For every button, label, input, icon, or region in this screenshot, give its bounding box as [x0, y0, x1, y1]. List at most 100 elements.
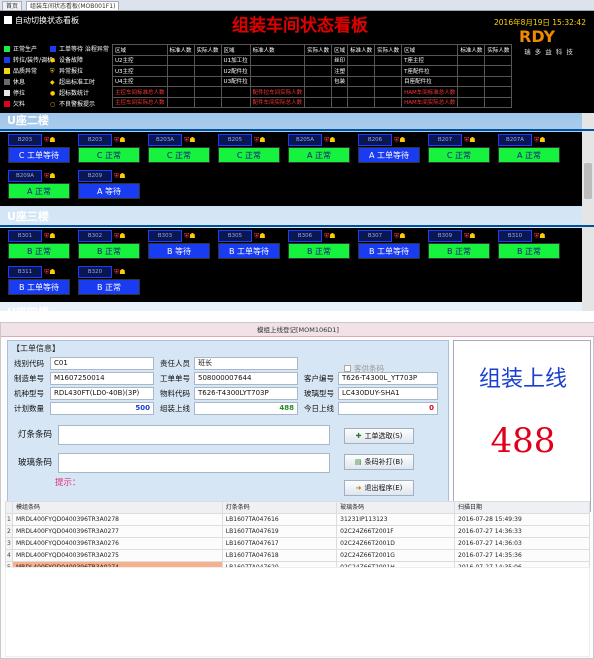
table-row[interactable]: 3 MRDL400FYQD0400396TR3A0276 LB1607TA04761…: [5, 537, 590, 550]
stats-cell: 主控车间标准总人数: [112, 86, 168, 98]
line-card[interactable]: B203 ⛨☗ C 正常: [78, 134, 140, 168]
stats-cell: 配件车间实际总人数: [249, 96, 306, 108]
stats-cell: [331, 86, 349, 98]
alert-icons: ⛨☗: [324, 136, 336, 144]
line-card[interactable]: B206 ⛨☗ A 工单等待: [358, 134, 420, 168]
board-scrollbar[interactable]: [582, 113, 594, 311]
stats-cell: T座配件拉: [401, 65, 459, 77]
line-card[interactable]: B306 ⛨☗ B 正常: [288, 230, 350, 264]
model-field[interactable]: RDL430FT(LD0-40B)(3P): [50, 387, 154, 400]
auto-switch-checkbox[interactable]: 自动切换状态看板: [4, 15, 79, 27]
line-card[interactable]: B205 ⛨☗ C 正常: [218, 134, 280, 168]
customer-no-field[interactable]: T626-T4300L_YT703P: [338, 372, 438, 385]
stats-cell: [484, 86, 513, 98]
board-window: 首页 组装车间状态看板(MOB001F1) 自动切换状态看板 组装车间状态看板 …: [0, 0, 594, 311]
table-cell: LB1607TA047618: [221, 549, 338, 562]
stats-row: U4主控 U3配件拉 包装 目座配件拉: [112, 75, 513, 87]
line-card[interactable]: B303 ⛨☗ B 等待: [148, 230, 210, 264]
today-label: 今日上线: [304, 404, 334, 413]
line-code: B306: [288, 230, 322, 242]
stats-cell: 标准人数: [249, 44, 306, 56]
online-title: 组装上线: [478, 367, 567, 392]
stats-cell: T座主控: [401, 54, 459, 66]
datetime: 2016年8月19日 15:32:42: [494, 18, 586, 27]
stats-cell: [484, 75, 513, 87]
light-bar-input[interactable]: [58, 425, 330, 445]
line-card[interactable]: B320 ⛨☗ B 正常: [78, 266, 140, 300]
stats-cell: [193, 54, 222, 66]
plan-qty-field[interactable]: 500: [50, 402, 154, 415]
line-card[interactable]: B310 ⛨☗ B 正常: [498, 230, 560, 264]
stats-cell: 丝印: [331, 54, 349, 66]
exit-button[interactable]: ➜ 退出程序(E): [344, 480, 414, 496]
legend-label: 工单等待 治程异常: [59, 46, 109, 53]
table-cell: 2016-07-27 14:36:03: [454, 537, 590, 550]
table-row[interactable]: 4 MRDL400FYQD0400396TR3A0275 LB1607TA04761…: [5, 549, 590, 562]
table-cell: MRDL400FYQD0400396TR3A0277: [12, 525, 223, 538]
line-code: B303: [148, 230, 182, 242]
scroll-thumb[interactable]: [584, 163, 592, 199]
line-code: B203: [8, 134, 42, 146]
legend-label: 休息: [13, 79, 26, 86]
stats-cell: [347, 65, 376, 77]
line-code: B309: [428, 230, 462, 242]
line-card[interactable]: B209 ⛨☗ A 等待: [78, 170, 140, 204]
line-card[interactable]: B207 ⛨☗ C 正常: [428, 134, 490, 168]
owner-field[interactable]: 班长: [194, 357, 298, 370]
plan-qty-label: 计划数量: [14, 404, 44, 413]
stats-cell: [166, 65, 195, 77]
legend-label: 设备故障: [59, 57, 84, 64]
tab-home[interactable]: 首页: [2, 1, 23, 11]
glass-model-field[interactable]: LC430DUY-SHA1: [338, 387, 438, 400]
line-card[interactable]: B301 ⛨☗ B 正常: [8, 230, 70, 264]
legend-label: 异常报拉: [59, 68, 84, 75]
line-code-field[interactable]: C01: [50, 357, 154, 370]
today-field[interactable]: 0: [338, 402, 438, 415]
table-row[interactable]: 1 MRDL400FYQD0400396TR3A0278 LB1607TA04761…: [5, 513, 590, 526]
line-card[interactable]: B309 ⛨☗ B 正常: [428, 230, 490, 264]
scan-table: 模组条码 灯条条码 玻璃条码 扫描日期 1 MRDL400FYQD0400396TR3A0…: [5, 501, 590, 574]
line-card[interactable]: B203 ⛨☗ C 工单等待: [8, 134, 70, 168]
line-card[interactable]: B307 ⛨☗ B 工单等待: [358, 230, 420, 264]
stats-cell: [304, 54, 333, 66]
material-field[interactable]: T626-T4300LYT703P: [194, 387, 298, 400]
line-card[interactable]: B302 ⛨☗ B 正常: [78, 230, 140, 264]
line-code: B205: [218, 134, 252, 146]
stats-cell: [249, 54, 306, 66]
stats-cell: [374, 86, 403, 98]
wo-no-field[interactable]: 508000007644: [194, 372, 298, 385]
stats-cell: [166, 86, 195, 98]
tab-board[interactable]: 组装车间状态看板(MOB001F1): [26, 1, 120, 11]
line-card[interactable]: B209A ⛨☗ A 正常: [8, 170, 70, 204]
glass-bar-input[interactable]: [58, 453, 330, 473]
stats-cell: [331, 96, 349, 108]
alert-icons: ⛨☗: [184, 136, 196, 144]
reprint-barcode-button[interactable]: ▤ 条码补打(B): [344, 454, 414, 470]
assembled-field[interactable]: 488: [194, 402, 298, 415]
line-card[interactable]: B203A ⛨☗ C 正常: [148, 134, 210, 168]
line-card[interactable]: B205A ⛨☗ A 正常: [288, 134, 350, 168]
stats-cell: HAM车间实际总人数: [401, 96, 459, 108]
stats-cell: [347, 96, 376, 108]
line-status: B 工单等待: [8, 279, 70, 295]
column-header: 灯条条码: [221, 501, 338, 514]
legend-swatch: [50, 46, 56, 52]
alert-icons: ⛨☗: [534, 136, 546, 144]
legend-item: 转拉/装传/调机: [4, 57, 53, 65]
reselect-order-button[interactable]: ✚ 工单选取(S): [344, 428, 414, 444]
line-code: B320: [78, 266, 112, 278]
line-status: B 正常: [8, 243, 70, 259]
alert-icons: ⛨☗: [324, 232, 336, 240]
line-card[interactable]: B305 ⛨☗ B 工单等待: [218, 230, 280, 264]
checkbox-box[interactable]: [4, 16, 12, 24]
stats-cell: 实际人数: [374, 44, 403, 56]
stats-cell: 区域: [220, 44, 251, 56]
legend-swatch: [4, 101, 10, 107]
line-card[interactable]: B207A ⛨☗ A 正常: [498, 134, 560, 168]
line-card[interactable]: B311 ⛨☗ B 工单等待: [8, 266, 70, 300]
mfg-no-field[interactable]: M1607250014: [50, 372, 154, 385]
table-row[interactable]: 2 MRDL400FYQD0400396TR3A0277 LB1607TA04761…: [5, 525, 590, 538]
checkbox-box[interactable]: [344, 365, 351, 372]
stats-row: U2主控 U1加工拉 丝印 T座主控: [112, 54, 513, 66]
online-count: 488: [490, 421, 556, 461]
